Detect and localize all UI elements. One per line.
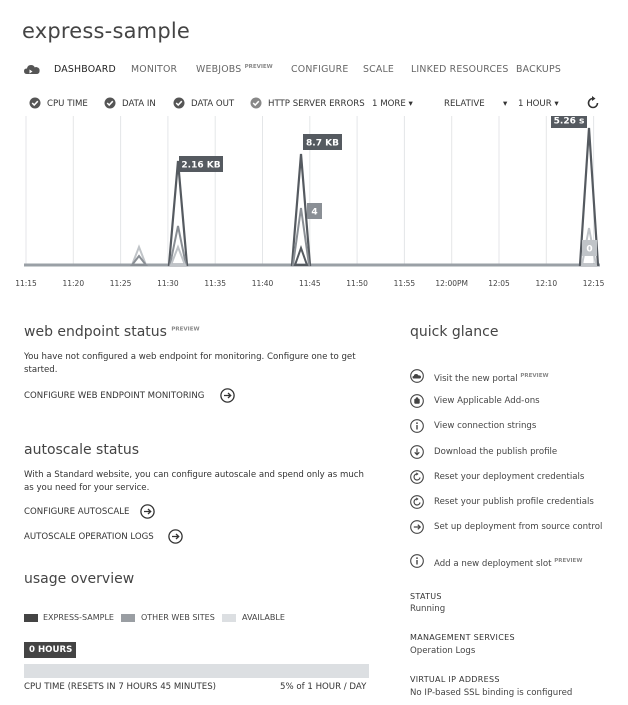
- legend-swatch: [222, 614, 236, 622]
- qg-reset-deployment-credentials[interactable]: Reset your deployment credentials: [434, 471, 584, 483]
- preview-badge: PREVIEW: [554, 558, 583, 564]
- mode-dropdown[interactable]: RELATIVE: [444, 99, 485, 109]
- x-tick-label: 12:15: [583, 279, 605, 288]
- data-label: 4: [311, 208, 317, 218]
- metric-cpu-time[interactable]: CPU TIME: [47, 99, 88, 109]
- download-icon[interactable]: [410, 445, 424, 459]
- range-dropdown[interactable]: 1 HOUR ▾: [518, 99, 559, 109]
- web-endpoint-title: web endpoint status PREVIEW: [24, 324, 200, 340]
- reset-icon[interactable]: [410, 470, 424, 484]
- refresh-icon[interactable]: [586, 96, 600, 110]
- arrow-right-circle-icon[interactable]: [410, 520, 424, 534]
- configure-autoscale-link[interactable]: CONFIGURE AUTOSCALE: [24, 507, 130, 517]
- tab-dashboard[interactable]: DASHBOARD: [54, 64, 116, 75]
- callout-2-16kb: 2.16 KB: [179, 156, 223, 172]
- tab-scale[interactable]: SCALE: [363, 64, 394, 75]
- metric-data-in[interactable]: DATA IN: [122, 99, 156, 109]
- configure-endpoint-link[interactable]: CONFIGURE WEB ENDPOINT MONITORING: [24, 391, 204, 401]
- quick-glance-title: quick glance: [410, 324, 499, 340]
- check-circle-icon[interactable]: [250, 97, 262, 109]
- qg-setup-deployment[interactable]: Set up deployment from source control: [434, 521, 609, 533]
- data-label: 5.26 s: [554, 117, 585, 127]
- status-value: Running: [410, 604, 446, 614]
- x-tick-label: 12:00PM: [435, 279, 468, 288]
- x-tick-label: 12:10: [535, 279, 557, 288]
- usage-bar-label: 0 HOURS: [24, 642, 76, 658]
- tab-monitor[interactable]: MONITOR: [131, 64, 177, 75]
- x-tick-label: 11:35: [204, 279, 226, 288]
- chevron-down-icon[interactable]: ▾: [503, 99, 507, 109]
- qg-download-publish-profile[interactable]: Download the publish profile: [434, 446, 557, 458]
- page-title: express-sample: [22, 19, 191, 43]
- tab-webjobs[interactable]: WEBJOBS PREVIEW: [196, 64, 273, 75]
- x-tick-label: 12:05: [488, 279, 510, 288]
- chevron-down-icon: ▾: [554, 99, 559, 109]
- x-tick-label: 11:25: [110, 279, 132, 288]
- arrow-right-circle-icon[interactable]: [168, 529, 183, 544]
- x-tick-label: 11:20: [62, 279, 84, 288]
- usage-title: usage overview: [24, 571, 135, 587]
- x-tick-label: 11:55: [394, 279, 416, 288]
- management-services-label: MANAGEMENT SERVICES: [410, 633, 515, 642]
- callout-5-26s: 5.26 s: [551, 116, 587, 128]
- x-tick-label: 11:40: [252, 279, 274, 288]
- info-icon[interactable]: [410, 554, 424, 568]
- operation-logs-link[interactable]: Operation Logs: [410, 646, 475, 656]
- info-icon[interactable]: [410, 419, 424, 433]
- autoscale-text: With a Standard website, you can configu…: [24, 470, 364, 493]
- check-circle-icon[interactable]: [104, 97, 116, 109]
- usage-bar: [24, 664, 369, 678]
- legend-express-sample: EXPRESS-SAMPLE: [43, 613, 114, 622]
- x-tick-label: 11:50: [346, 279, 368, 288]
- cloud-icon[interactable]: [410, 369, 424, 383]
- legend-swatch: [24, 614, 38, 622]
- callout-8-7kb: 8.7 KB: [303, 134, 342, 150]
- arrow-right-circle-icon[interactable]: [140, 504, 155, 519]
- chevron-down-icon: ▾: [408, 99, 413, 109]
- series-spike: [293, 244, 309, 266]
- check-circle-icon[interactable]: [173, 97, 185, 109]
- x-tick-label: 11:30: [157, 279, 179, 288]
- qg-view-connection-strings[interactable]: View connection strings: [434, 420, 536, 432]
- metric-http-server-errors[interactable]: HTTP SERVER ERRORS: [268, 99, 365, 109]
- qg-add-deployment-slot[interactable]: Add a new deployment slot PREVIEW: [434, 555, 582, 570]
- qg-reset-publish-profile-credentials[interactable]: Reset your publish profile credentials: [434, 496, 594, 508]
- cpu-time-value: 5% of 1 HOUR / DAY: [280, 682, 367, 692]
- data-label: 8.7 KB: [306, 139, 339, 149]
- x-tick-label: 11:15: [15, 279, 37, 288]
- preview-badge: PREVIEW: [244, 64, 273, 70]
- vip-value: No IP-based SSL binding is configured: [410, 688, 573, 698]
- more-metrics-dropdown[interactable]: 1 MORE ▾: [372, 99, 413, 109]
- legend-swatch: [121, 614, 135, 622]
- dashboard-chart: 2.16 KB 8.7 KB 4 5.26 s 0 11:15 11:20 11:2…: [15, 116, 605, 288]
- preview-badge: PREVIEW: [171, 326, 200, 333]
- data-label: 0: [586, 245, 592, 255]
- callout-4: 4: [307, 203, 322, 219]
- chart-series: [129, 127, 600, 267]
- addon-icon[interactable]: [410, 394, 424, 408]
- legend-available: AVAILABLE: [242, 613, 285, 622]
- tab-linked-resources[interactable]: LINKED RESOURCES: [411, 64, 509, 75]
- cloud-icon[interactable]: [24, 63, 40, 75]
- tab-configure[interactable]: CONFIGURE: [291, 64, 348, 75]
- callout-0: 0: [582, 240, 597, 256]
- metric-data-out[interactable]: DATA OUT: [191, 99, 234, 109]
- x-tick-label: 11:45: [299, 279, 321, 288]
- reset-icon[interactable]: [410, 495, 424, 509]
- tab-backups[interactable]: BACKUPS: [516, 64, 561, 75]
- check-circle-icon[interactable]: [29, 97, 41, 109]
- qg-view-addons[interactable]: View Applicable Add-ons: [434, 395, 540, 407]
- autoscale-logs-link[interactable]: AUTOSCALE OPERATION LOGS: [24, 532, 154, 542]
- autoscale-title: autoscale status: [24, 442, 140, 458]
- cpu-time-label: CPU TIME (RESETS IN 7 HOURS 45 MINUTES): [24, 682, 217, 692]
- preview-badge: PREVIEW: [520, 373, 549, 379]
- status-label: STATUS: [410, 592, 442, 601]
- arrow-right-circle-icon[interactable]: [220, 388, 235, 403]
- legend-other-web-sites: OTHER WEB SITES: [141, 613, 215, 622]
- qg-visit-new-portal[interactable]: Visit the new portal PREVIEW: [434, 370, 549, 385]
- web-endpoint-text: You have not configured a web endpoint f…: [24, 352, 356, 375]
- vip-label: VIRTUAL IP ADDRESS: [410, 675, 500, 684]
- data-label: 2.16 KB: [181, 161, 220, 171]
